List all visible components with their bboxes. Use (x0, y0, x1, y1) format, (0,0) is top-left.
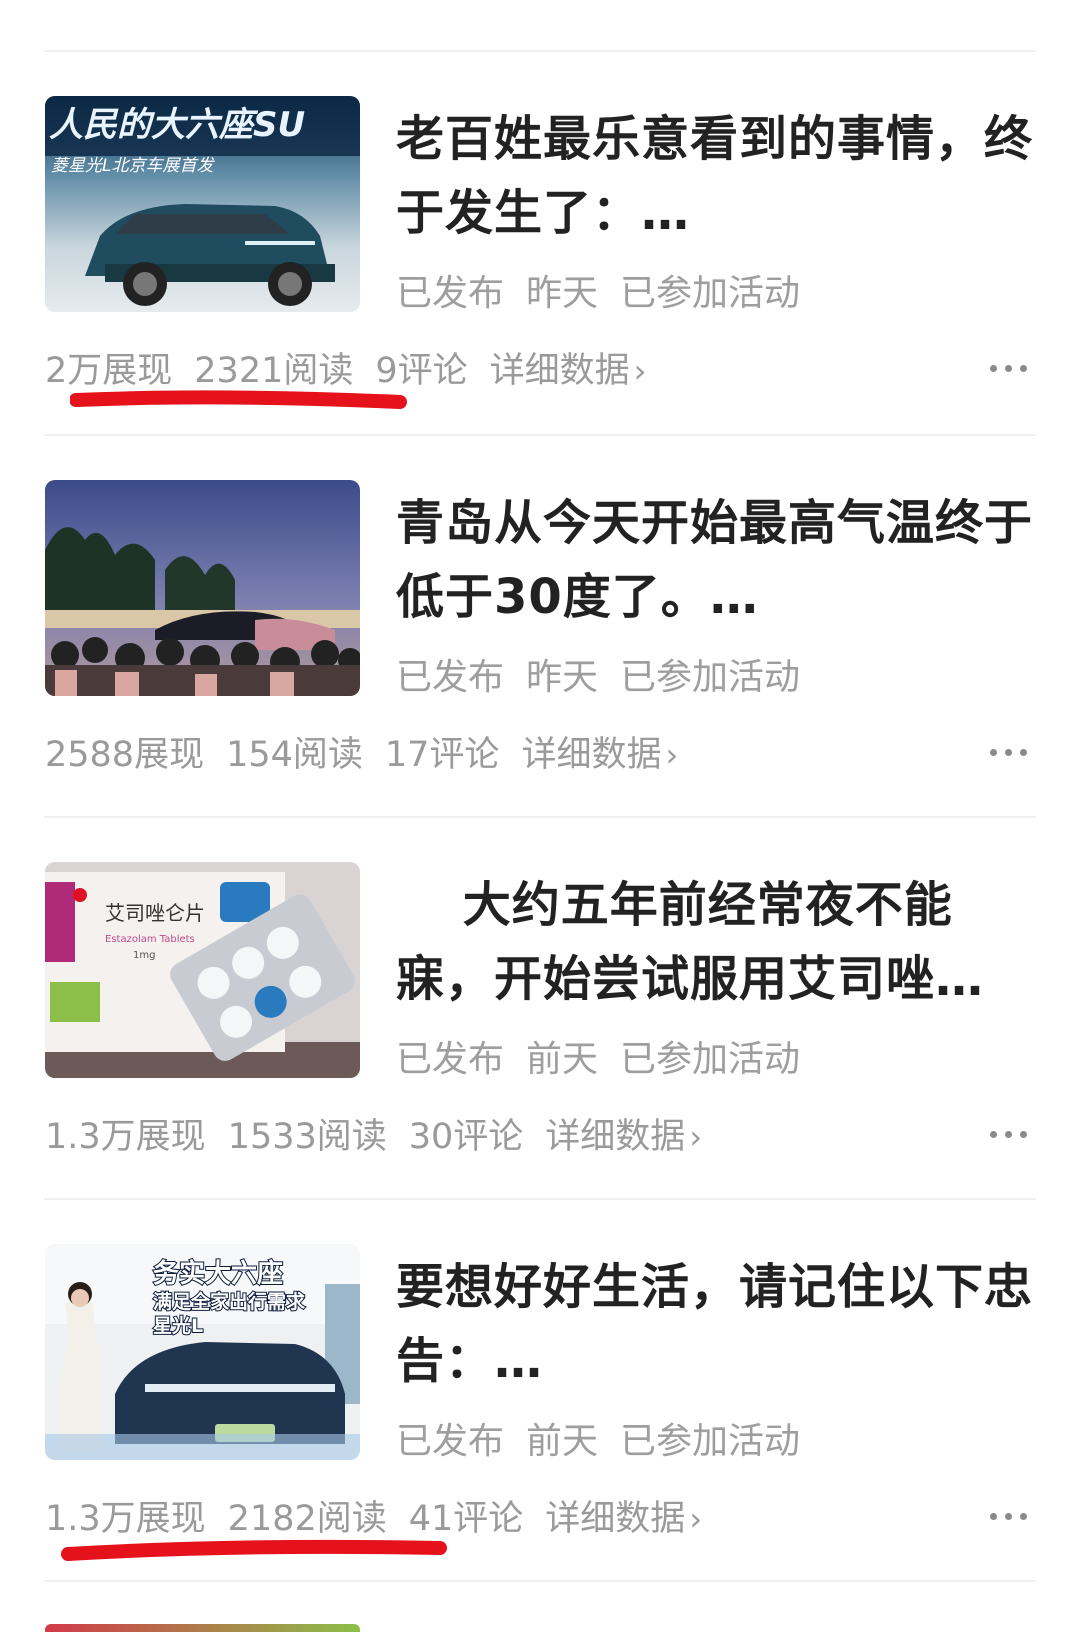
red-underline-mark (70, 390, 407, 409)
top-divider (44, 50, 1036, 52)
detail-data-label: 详细数据 (521, 735, 662, 775)
impressions-count: 1.3万展现 (45, 1117, 206, 1157)
activity-status: 已参加活动 (620, 1421, 801, 1462)
publish-status: 已发布 (396, 273, 505, 314)
reads-count: 1533阅读 (227, 1117, 387, 1157)
thumb-subtext: 菱星光L北京车展首发 (51, 156, 215, 176)
next-article-thumbnail-partial[interactable] (45, 1624, 360, 1632)
article-divider (44, 816, 1036, 818)
publish-time: 前天 (526, 1039, 599, 1080)
impressions-count: 1.3万展现 (45, 1499, 206, 1539)
detail-data-link[interactable]: 详细数据 › (490, 351, 669, 391)
article-card[interactable]: 务实大六座 满足全家出行需求 星光L 要想好好生活，请记住以下忠告：… 已发布前… (0, 1244, 1080, 1626)
article-thumbnail[interactable]: 艾司唑仑片 Estazolam Tablets 1mg (45, 862, 360, 1078)
detail-data-label: 详细数据 (545, 1117, 686, 1157)
article-thumbnail[interactable] (45, 480, 360, 696)
chevron-right-icon: › (633, 352, 647, 390)
impressions-count: 2588展现 (45, 735, 205, 775)
article-title[interactable]: 青岛从今天开始最高气温终于低于30度了。… (396, 486, 1044, 634)
publish-time: 前天 (526, 1421, 599, 1462)
thumb-dose: 1mg (133, 950, 155, 961)
article-divider (44, 1580, 1036, 1582)
detail-data-link[interactable]: 详细数据 › (545, 1499, 724, 1539)
publish-time: 昨天 (526, 273, 599, 314)
comments-count: 41评论 (408, 1499, 524, 1539)
article-title[interactable]: 要想好好生活，请记住以下忠告：… (396, 1250, 1044, 1398)
article-meta: 已发布 昨天 已参加活动 (396, 648, 822, 700)
article-thumbnail[interactable]: 务实大六座 满足全家出行需求 星光L (45, 1244, 360, 1460)
more-dots-icon[interactable] (990, 1124, 1034, 1144)
more-dots-icon[interactable] (990, 1506, 1034, 1526)
activity-status: 已参加活动 (620, 273, 801, 314)
article-title[interactable]: 老百姓最乐意看到的事情，终于发生了：… (396, 102, 1044, 250)
reads-count: 2182阅读 (227, 1499, 387, 1539)
thumb-text: 务实大六座 (153, 1258, 283, 1289)
chevron-right-icon: › (689, 1118, 703, 1156)
publish-status: 已发布 (396, 1039, 505, 1080)
chevron-right-icon: › (665, 736, 679, 774)
more-dots-icon[interactable] (990, 742, 1034, 762)
reads-count: 154阅读 (226, 735, 363, 775)
activity-status: 已参加活动 (620, 1039, 801, 1080)
more-dots-icon[interactable] (990, 358, 1034, 378)
article-meta: 已发布 昨天 已参加活动 (396, 264, 822, 316)
thumb-text: 人民的大六座SU (49, 105, 305, 145)
article-meta: 已发布 前天 已参加活动 (396, 1412, 822, 1464)
impressions-count: 2万展现 (45, 351, 173, 391)
comments-count: 30评论 (408, 1117, 524, 1157)
comments-count: 9评论 (375, 351, 468, 391)
article-title[interactable]: 大约五年前经常夜不能寐，开始尝试服用艾司唑… (396, 868, 1044, 1016)
reads-count: 2321阅读 (194, 351, 354, 391)
detail-data-label: 详细数据 (489, 351, 630, 391)
red-underline-mark (61, 1539, 447, 1561)
article-divider (44, 434, 1036, 436)
article-stats: 1.3万展现 1533阅读 30评论 详细数据 › (45, 1108, 746, 1159)
detail-data-link[interactable]: 详细数据 › (521, 735, 700, 775)
detail-data-link[interactable]: 详细数据 › (545, 1117, 724, 1157)
chevron-right-icon: › (689, 1500, 703, 1538)
thumb-brand: 星光L (153, 1314, 203, 1337)
article-stats: 2588展现 154阅读 17评论 详细数据 › (45, 726, 722, 777)
article-thumbnail[interactable]: 人民的大六座SU 菱星光L北京车展首发 (45, 96, 360, 312)
comments-count: 17评论 (384, 735, 500, 775)
article-meta: 已发布 前天 已参加活动 (396, 1030, 822, 1082)
publish-status: 已发布 (396, 657, 505, 698)
publish-status: 已发布 (396, 1421, 505, 1462)
thumb-subtext: Estazolam Tablets (105, 934, 195, 945)
article-card[interactable]: 艾司唑仑片 Estazolam Tablets 1mg 大约五年前经常夜不能寐，… (0, 862, 1080, 1244)
thumb-text: 艾司唑仑片 (105, 901, 205, 925)
thumb-subtext: 满足全家出行需求 (153, 1290, 306, 1313)
publish-time: 昨天 (526, 657, 599, 698)
article-card[interactable]: 人民的大六座SU 菱星光L北京车展首发 老百姓最乐意看到的事情，终于发生了：… … (0, 96, 1080, 478)
article-divider (44, 1198, 1036, 1200)
article-card[interactable]: 青岛从今天开始最高气温终于低于30度了。… 已发布 昨天 已参加活动 2588展现 1… (0, 480, 1080, 862)
activity-status: 已参加活动 (620, 657, 801, 698)
detail-data-label: 详细数据 (545, 1499, 686, 1539)
